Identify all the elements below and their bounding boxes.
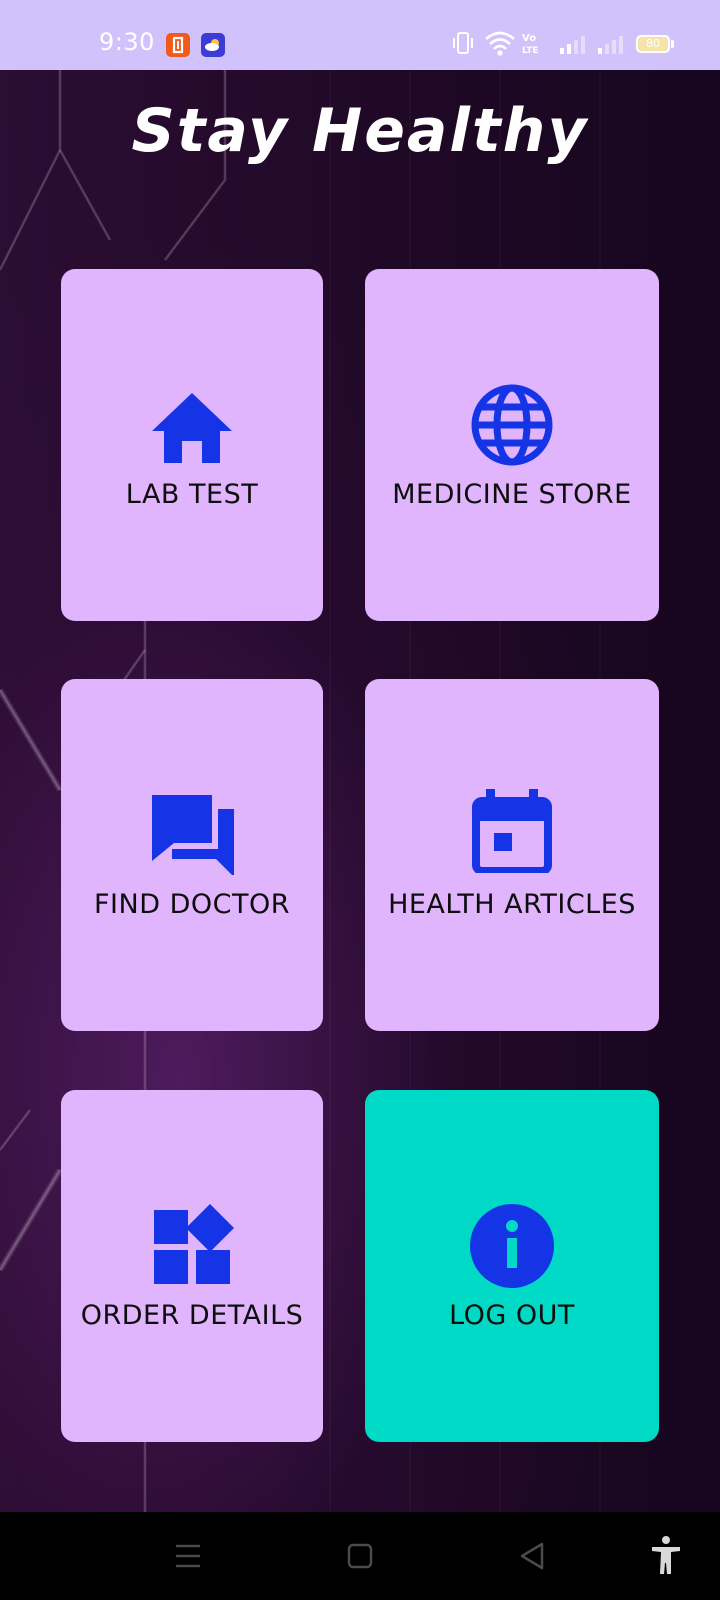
navigation-bar bbox=[0, 1512, 720, 1600]
find-doctor-label: FIND DOCTOR bbox=[94, 889, 290, 920]
health-articles-card[interactable]: HEALTH ARTICLES bbox=[365, 679, 659, 1031]
wifi-icon bbox=[485, 31, 515, 56]
weather-icon bbox=[201, 33, 225, 57]
log-out-card[interactable]: LOG OUT bbox=[365, 1090, 659, 1442]
lab-test-card[interactable]: LAB TEST bbox=[61, 269, 323, 621]
health-articles-label: HEALTH ARTICLES bbox=[388, 889, 636, 920]
battery-tip bbox=[671, 40, 674, 48]
home-square-icon[interactable] bbox=[336, 1532, 384, 1580]
signal-icon bbox=[560, 36, 585, 54]
find-doctor-card[interactable]: FIND DOCTOR bbox=[61, 679, 323, 1031]
volte-icon: Vo LTE bbox=[522, 33, 539, 56]
chat-icon bbox=[152, 795, 234, 875]
globe-icon bbox=[471, 384, 553, 466]
page-title: Stay Healthy bbox=[131, 96, 589, 166]
battery-icon: 80 bbox=[636, 35, 670, 53]
home-icon bbox=[152, 393, 232, 463]
widgets-icon bbox=[154, 1204, 234, 1284]
app-notification-icon bbox=[166, 33, 190, 57]
medicine-store-label: MEDICINE STORE bbox=[392, 479, 632, 510]
signal-icon bbox=[598, 36, 623, 54]
medicine-store-card[interactable]: MEDICINE STORE bbox=[365, 269, 659, 621]
calendar-icon bbox=[472, 789, 552, 873]
order-details-label: ORDER DETAILS bbox=[80, 1300, 304, 1331]
app-screen: 9:30 Vo LTE 80 Stay Healthy LAB TEST MED… bbox=[0, 0, 720, 1600]
vibrate-icon bbox=[453, 32, 473, 54]
status-bar: 9:30 Vo LTE 80 bbox=[0, 0, 720, 70]
back-icon[interactable] bbox=[508, 1532, 556, 1580]
log-out-label: LOG OUT bbox=[449, 1300, 575, 1331]
order-details-card[interactable]: ORDER DETAILS bbox=[61, 1090, 323, 1442]
info-icon bbox=[470, 1204, 554, 1288]
accessibility-icon[interactable] bbox=[642, 1532, 690, 1580]
lab-test-label: LAB TEST bbox=[125, 479, 259, 510]
menu-icon[interactable] bbox=[164, 1532, 212, 1580]
status-time: 9:30 bbox=[99, 28, 155, 56]
svg-text:Vo: Vo bbox=[522, 33, 536, 44]
svg-text:LTE: LTE bbox=[522, 46, 539, 56]
